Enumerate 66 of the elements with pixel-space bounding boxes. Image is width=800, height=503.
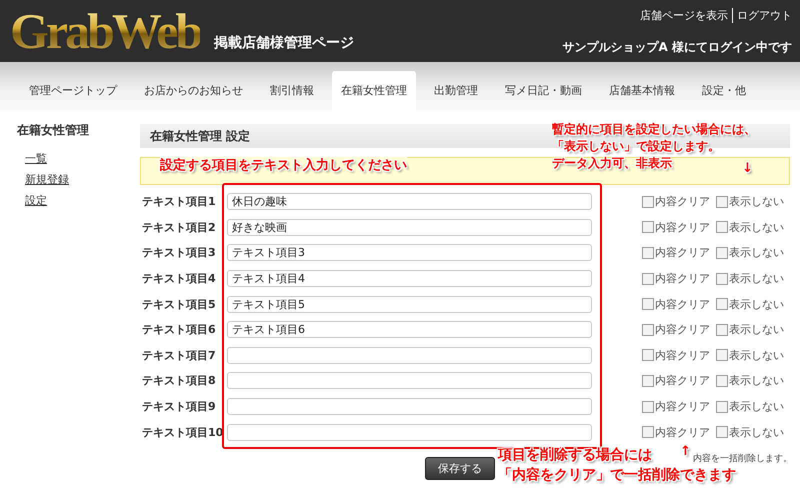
clear-checkbox[interactable]: 内容クリア	[642, 424, 710, 440]
field-label: テキスト項目9	[142, 399, 217, 414]
nav-tab[interactable]: 出勤管理	[425, 71, 487, 110]
up-arrow: ↑	[680, 443, 691, 460]
annotation-text: 暫定的に項目を設定したい場合には、	[552, 121, 756, 138]
hide-checkbox[interactable]: 表示しない	[716, 373, 784, 388]
annotation-text: 設定する項目をテキスト入力してください	[160, 157, 407, 174]
nav-tab[interactable]: 設定・他	[693, 71, 755, 110]
hide-checkbox[interactable]: 表示しない	[716, 220, 784, 235]
sidebar-link[interactable]: 新規登録	[25, 172, 69, 187]
text-input[interactable]: 休日の趣味	[227, 193, 592, 210]
hide-checkbox[interactable]: 表示しない	[716, 194, 784, 210]
field-label: テキスト項目3	[142, 245, 217, 260]
text-input[interactable]: テキスト項目6	[227, 321, 592, 338]
down-arrow: ↓	[742, 160, 753, 177]
text-input[interactable]: テキスト項目3	[227, 244, 592, 262]
text-input[interactable]	[227, 346, 592, 364]
site-subtitle: 掲載店舗様管理ページ	[214, 34, 354, 52]
sidebar-link[interactable]: 設定	[25, 193, 47, 208]
field-label: テキスト項目7	[142, 348, 217, 363]
clear-checkbox[interactable]: 内容クリア	[642, 373, 710, 388]
annotation-text: 項目を削除する場合には	[498, 446, 652, 465]
header-link[interactable]: ログアウト	[732, 8, 792, 23]
text-input[interactable]	[227, 372, 592, 390]
hide-checkbox[interactable]: 表示しない	[716, 348, 784, 363]
field-label: テキスト項目5	[142, 296, 217, 312]
hide-checkbox[interactable]: 表示しない	[716, 271, 784, 286]
field-label: テキスト項目2	[142, 220, 217, 235]
nav-tab[interactable]: 在籍女性管理	[332, 71, 416, 110]
field-label: テキスト項目8	[142, 373, 217, 388]
hide-checkbox[interactable]: 表示しない	[716, 296, 784, 312]
text-input[interactable]	[227, 424, 592, 441]
annotation-text: 「表示しない」で設定します。	[552, 138, 720, 155]
field-label: テキスト項目10	[142, 424, 224, 440]
header-link[interactable]: 店舗ページを表示	[640, 8, 728, 23]
nav-tab[interactable]: 割引情報	[261, 71, 323, 110]
hide-checkbox[interactable]: 表示しない	[716, 424, 784, 440]
hide-checkbox[interactable]: 表示しない	[716, 245, 784, 260]
clear-checkbox[interactable]: 内容クリア	[642, 220, 710, 235]
footer-note: 内容を一括削除します。	[693, 452, 792, 465]
clear-checkbox[interactable]: 内容クリア	[642, 322, 710, 338]
save-button[interactable]: 保存する	[425, 456, 495, 480]
sidebar-title: 在籍女性管理	[17, 122, 89, 139]
nav-tab[interactable]: 写メ日記・動画	[496, 71, 591, 110]
clear-checkbox[interactable]: 内容クリア	[642, 296, 710, 312]
clear-checkbox[interactable]: 内容クリア	[642, 348, 710, 363]
text-input[interactable]	[227, 398, 592, 416]
hide-checkbox[interactable]: 表示しない	[716, 399, 784, 414]
field-label: テキスト項目1	[142, 194, 217, 210]
sidebar-link[interactable]: 一覧	[25, 151, 47, 166]
clear-checkbox[interactable]: 内容クリア	[642, 399, 710, 414]
annotation-text: データ入力可、非表示	[552, 155, 672, 172]
clear-checkbox[interactable]: 内容クリア	[642, 194, 710, 210]
annotation-text: 「内容をクリア」で一括削除できます	[498, 466, 736, 485]
text-input[interactable]: テキスト項目4	[227, 270, 592, 288]
nav-tab[interactable]: 管理ページトップ	[20, 71, 126, 110]
text-input[interactable]: テキスト項目5	[227, 296, 592, 313]
nav-tab[interactable]: お店からのお知らせ	[135, 71, 252, 110]
nav-tab[interactable]: 店舗基本情報	[600, 71, 684, 110]
hide-checkbox[interactable]: 表示しない	[716, 322, 784, 338]
login-status: サンプルショップA 様にてログイン中です	[562, 39, 792, 56]
field-label: テキスト項目4	[142, 271, 217, 286]
field-label: テキスト項目6	[142, 322, 217, 338]
clear-checkbox[interactable]: 内容クリア	[642, 271, 710, 286]
clear-checkbox[interactable]: 内容クリア	[642, 245, 710, 260]
text-input[interactable]: 好きな映画	[227, 218, 592, 236]
